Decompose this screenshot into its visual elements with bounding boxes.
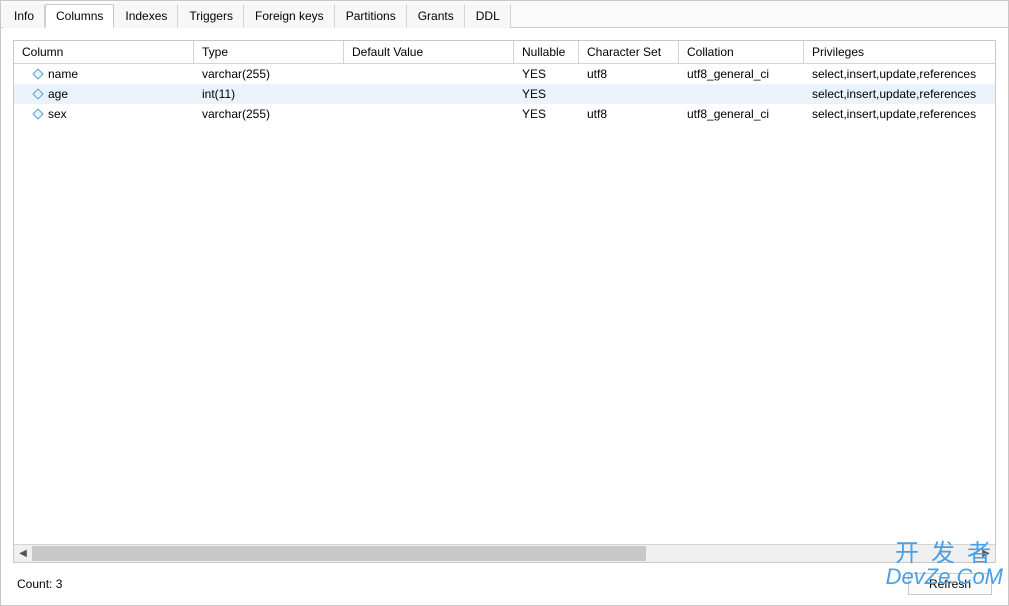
tab-ddl[interactable]: DDL	[465, 4, 511, 28]
horizontal-scrollbar[interactable]: ◀ ▶	[14, 544, 995, 562]
tab-indexes[interactable]: Indexes	[114, 4, 178, 28]
column-icon	[32, 108, 43, 119]
tab-columns[interactable]: Columns	[45, 4, 114, 28]
cell-default	[344, 72, 514, 76]
table-row[interactable]: age int(11) YES select,insert,update,refere…	[14, 84, 995, 104]
cell-name: sex	[14, 105, 194, 123]
columns-panel: ColumnTypeDefault ValueNullableCharacter…	[1, 28, 1008, 605]
row-count-label: Count: 3	[17, 577, 62, 591]
scroll-right-button[interactable]: ▶	[977, 545, 995, 562]
columns-table: ColumnTypeDefault ValueNullableCharacter…	[13, 40, 996, 563]
footer: Count: 3 Refresh	[13, 563, 996, 599]
column-name-text: sex	[48, 107, 67, 121]
refresh-button[interactable]: Refresh	[908, 573, 992, 595]
tab-bar: InfoColumnsIndexesTriggersForeign keysPa…	[1, 1, 1008, 28]
cell-charset: utf8	[579, 65, 679, 83]
cell-nullable: YES	[514, 65, 579, 83]
table-row[interactable]: name varchar(255) YESutf8utf8_general_cise…	[14, 64, 995, 84]
scrollbar-track[interactable]	[32, 545, 977, 562]
cell-name: age	[14, 85, 194, 103]
column-header-type[interactable]: Type	[194, 41, 344, 63]
column-header-default-value[interactable]: Default Value	[344, 41, 514, 63]
cell-name: name	[14, 65, 194, 83]
cell-type: varchar(255)	[194, 105, 344, 123]
cell-collation: utf8_general_ci	[679, 105, 804, 123]
cell-privs: select,insert,update,references	[804, 105, 995, 123]
column-header-column[interactable]: Column	[14, 41, 194, 63]
cell-privs: select,insert,update,references	[804, 85, 995, 103]
table-body: namevarchar(255)YESutf8utf8_general_cise…	[14, 64, 995, 544]
scroll-left-button[interactable]: ◀	[14, 545, 32, 562]
column-header-nullable[interactable]: Nullable	[514, 41, 579, 63]
scrollbar-thumb[interactable]	[32, 546, 646, 561]
column-name-text: name	[48, 67, 78, 81]
cell-default	[344, 92, 514, 96]
column-icon	[32, 88, 43, 99]
column-header-collation[interactable]: Collation	[679, 41, 804, 63]
db-table-columns-window: InfoColumnsIndexesTriggersForeign keysPa…	[0, 0, 1009, 606]
cell-charset	[579, 92, 679, 96]
column-name-text: age	[48, 87, 68, 101]
column-icon	[32, 68, 43, 79]
cell-default	[344, 112, 514, 116]
column-header-character-set[interactable]: Character Set	[579, 41, 679, 63]
table-header-row: ColumnTypeDefault ValueNullableCharacter…	[14, 41, 995, 64]
tab-grants[interactable]: Grants	[407, 4, 465, 28]
cell-nullable: YES	[514, 105, 579, 123]
cell-privs: select,insert,update,references	[804, 65, 995, 83]
tab-foreign-keys[interactable]: Foreign keys	[244, 4, 335, 28]
cell-collation	[679, 92, 804, 96]
cell-type: varchar(255)	[194, 65, 344, 83]
tab-info[interactable]: Info	[3, 4, 45, 28]
table-row[interactable]: sex varchar(255) YESutf8utf8_general_cisel…	[14, 104, 995, 124]
column-header-privileges[interactable]: Privileges	[804, 41, 996, 63]
cell-charset: utf8	[579, 105, 679, 123]
cell-nullable: YES	[514, 85, 579, 103]
cell-type: int(11)	[194, 85, 344, 103]
cell-collation: utf8_general_ci	[679, 65, 804, 83]
tab-partitions[interactable]: Partitions	[335, 4, 407, 28]
tab-triggers[interactable]: Triggers	[178, 4, 244, 28]
